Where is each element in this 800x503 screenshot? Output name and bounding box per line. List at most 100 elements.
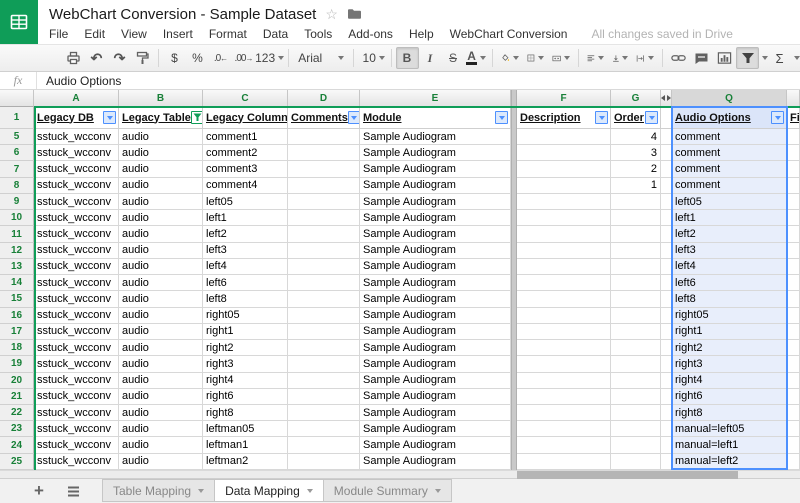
row-number-11[interactable]: 11: [0, 226, 34, 242]
functions-caret[interactable]: [794, 56, 800, 60]
column-header-C[interactable]: C: [203, 90, 288, 107]
column-header-E[interactable]: E: [360, 90, 511, 107]
cell-partial-21[interactable]: [787, 389, 800, 405]
cell-A21[interactable]: sstuck_wcconv: [34, 389, 119, 405]
vertical-align-button[interactable]: [608, 47, 633, 69]
cell-partial-10[interactable]: [787, 210, 800, 226]
row-number-10[interactable]: 10: [0, 210, 34, 226]
cell-partial-9[interactable]: [787, 194, 800, 210]
column-header-G[interactable]: G: [611, 90, 661, 107]
tab-menu-caret-icon[interactable]: [198, 489, 204, 493]
cell-partial-24[interactable]: [787, 437, 800, 453]
cell-B19[interactable]: audio: [119, 356, 203, 372]
cell-C13[interactable]: left4: [203, 259, 288, 275]
cell-A13[interactable]: sstuck_wcconv: [34, 259, 119, 275]
cell-F18[interactable]: [517, 340, 611, 356]
cell-B17[interactable]: audio: [119, 324, 203, 340]
row-number-14[interactable]: 14: [0, 275, 34, 291]
cell-B23[interactable]: audio: [119, 421, 203, 437]
filter-dropdown-icon[interactable]: [348, 111, 360, 124]
row-number-7[interactable]: 7: [0, 161, 34, 177]
cell-B6[interactable]: audio: [119, 145, 203, 161]
cell-F15[interactable]: [517, 291, 611, 307]
cell-G6[interactable]: 3: [611, 145, 661, 161]
cell-C23[interactable]: leftman05: [203, 421, 288, 437]
cell-F10[interactable]: [517, 210, 611, 226]
insert-comment-button[interactable]: [690, 47, 713, 69]
hidden-columns-indicator[interactable]: [661, 90, 672, 107]
tab-data-mapping[interactable]: Data Mapping: [215, 479, 324, 502]
cell-partial-6[interactable]: [787, 145, 800, 161]
cell-A1[interactable]: Legacy DB: [34, 107, 119, 129]
cell-partial-18[interactable]: [787, 340, 800, 356]
cell-E5[interactable]: Sample Audiogram: [360, 129, 511, 145]
cell-C18[interactable]: right2: [203, 340, 288, 356]
column-header-partial[interactable]: [787, 90, 800, 107]
cell-partial-25[interactable]: [787, 454, 800, 470]
cell-G21[interactable]: [611, 389, 661, 405]
cell-Q11[interactable]: left2: [672, 226, 787, 242]
cell-partial-22[interactable]: [787, 405, 800, 421]
cell-A22[interactable]: sstuck_wcconv: [34, 405, 119, 421]
cell-Q6[interactable]: comment: [672, 145, 787, 161]
format-currency-button[interactable]: $: [163, 47, 186, 69]
cell-C15[interactable]: left8: [203, 291, 288, 307]
column-header-A[interactable]: A: [34, 90, 119, 107]
cell-C25[interactable]: leftman2: [203, 454, 288, 470]
cell-E24[interactable]: Sample Audiogram: [360, 437, 511, 453]
cell-D20[interactable]: [288, 373, 360, 389]
fill-color-button[interactable]: [497, 47, 523, 69]
row-number-16[interactable]: 16: [0, 308, 34, 324]
tab-menu-caret-icon[interactable]: [307, 489, 313, 493]
cell-F23[interactable]: [517, 421, 611, 437]
document-title[interactable]: WebChart Conversion - Sample Dataset: [49, 6, 316, 23]
cell-F16[interactable]: [517, 308, 611, 324]
cell-Q19[interactable]: right3: [672, 356, 787, 372]
all-sheets-button[interactable]: [60, 479, 86, 503]
cell-F21[interactable]: [517, 389, 611, 405]
cell-F7[interactable]: [517, 161, 611, 177]
cell-F12[interactable]: [517, 243, 611, 259]
cell-A23[interactable]: sstuck_wcconv: [34, 421, 119, 437]
cell-G23[interactable]: [611, 421, 661, 437]
functions-button[interactable]: Σ: [768, 47, 791, 69]
cell-D17[interactable]: [288, 324, 360, 340]
cell-A14[interactable]: sstuck_wcconv: [34, 275, 119, 291]
tab-table-mapping[interactable]: Table Mapping: [102, 479, 215, 502]
cell-B20[interactable]: audio: [119, 373, 203, 389]
cell-Q20[interactable]: right4: [672, 373, 787, 389]
cell-C19[interactable]: right3: [203, 356, 288, 372]
print-button[interactable]: [62, 47, 85, 69]
select-all-corner[interactable]: [0, 90, 34, 107]
text-wrap-button[interactable]: [632, 47, 658, 69]
cell-partial-16[interactable]: [787, 308, 800, 324]
cell-Q12[interactable]: left3: [672, 243, 787, 259]
cell-A5[interactable]: sstuck_wcconv: [34, 129, 119, 145]
cell-B14[interactable]: audio: [119, 275, 203, 291]
cell-partial-13[interactable]: [787, 259, 800, 275]
filter-dropdown-icon[interactable]: [103, 111, 116, 124]
cell-E12[interactable]: Sample Audiogram: [360, 243, 511, 259]
row-number-12[interactable]: 12: [0, 243, 34, 259]
row-number-8[interactable]: 8: [0, 178, 34, 194]
cell-Q5[interactable]: comment: [672, 129, 787, 145]
cell-D1[interactable]: Comments: [288, 107, 360, 129]
cell-G12[interactable]: [611, 243, 661, 259]
cell-D14[interactable]: [288, 275, 360, 291]
cell-F13[interactable]: [517, 259, 611, 275]
cell-Q15[interactable]: left8: [672, 291, 787, 307]
cell-E25[interactable]: Sample Audiogram: [360, 454, 511, 470]
cell-E10[interactable]: Sample Audiogram: [360, 210, 511, 226]
cell-Q21[interactable]: right6: [672, 389, 787, 405]
paint-format-button[interactable]: [131, 47, 154, 69]
cell-E14[interactable]: Sample Audiogram: [360, 275, 511, 291]
menu-edit[interactable]: Edit: [76, 27, 113, 41]
cell-B11[interactable]: audio: [119, 226, 203, 242]
cell-E22[interactable]: Sample Audiogram: [360, 405, 511, 421]
row-number-24[interactable]: 24: [0, 437, 34, 453]
cell-Q16[interactable]: right05: [672, 308, 787, 324]
cell-C9[interactable]: left05: [203, 194, 288, 210]
row-number-23[interactable]: 23: [0, 421, 34, 437]
menu-format[interactable]: Format: [201, 27, 255, 41]
cell-D19[interactable]: [288, 356, 360, 372]
